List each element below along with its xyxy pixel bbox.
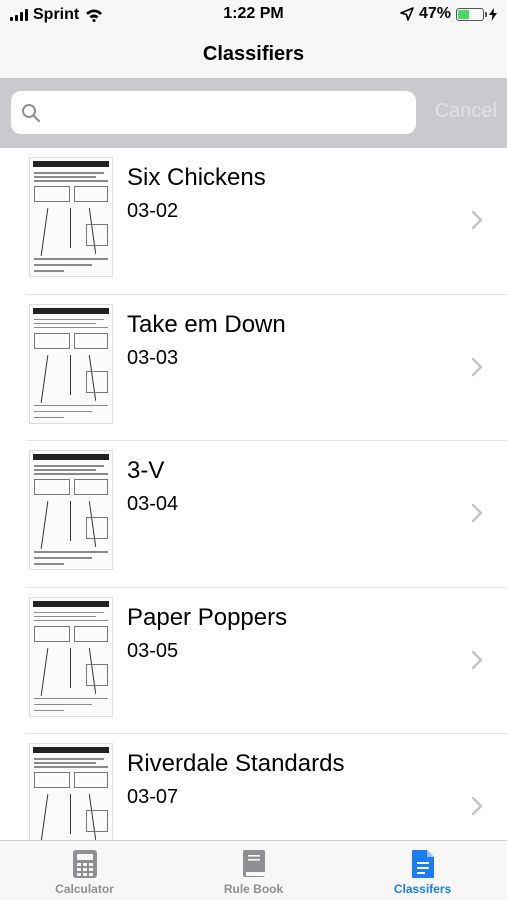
classifier-title: Take em Down xyxy=(127,310,286,338)
classifier-thumbnail xyxy=(29,303,113,424)
classifier-code: 03-05 xyxy=(127,639,179,662)
search-input[interactable] xyxy=(49,102,409,123)
classifier-row[interactable]: Six Chickens 03-02 xyxy=(26,148,507,295)
search-icon xyxy=(22,103,41,122)
classifier-row[interactable]: Riverdale Standards 03-07 xyxy=(26,734,507,840)
classifier-row[interactable]: 3-V 03-04 xyxy=(26,441,507,588)
tab-rule-book[interactable]: Rule Book xyxy=(169,841,338,900)
battery-icon xyxy=(456,7,487,21)
tab-classifiers-label: Classifers xyxy=(393,882,452,896)
classifier-title: 3-V xyxy=(127,457,165,484)
classifier-code: 03-03 xyxy=(127,346,179,369)
tab-calculator[interactable]: Calculator xyxy=(0,841,169,900)
classifier-code: 03-02 xyxy=(127,200,179,222)
classifier-title: Six Chickens xyxy=(127,164,266,191)
tab-calculator-label: Calculator xyxy=(55,882,114,896)
chevron-right-icon xyxy=(471,357,483,376)
chevron-right-icon xyxy=(471,796,483,816)
chevron-right-icon xyxy=(471,210,483,230)
classifier-code: 03-04 xyxy=(127,493,179,515)
charging-bolt-icon xyxy=(489,7,497,21)
classifier-list: Six Chickens 03-02 Take em Down 03-03 3-… xyxy=(0,148,507,840)
classifier-thumbnail xyxy=(29,596,113,717)
cancel-button[interactable]: Cancel xyxy=(435,100,497,123)
location-arrow-icon xyxy=(400,7,414,21)
chevron-right-icon xyxy=(471,650,483,669)
calculator-icon xyxy=(72,850,97,878)
classifier-title: Paper Poppers xyxy=(127,603,288,631)
tab-bar: Calculator Rule Book Classifers xyxy=(0,840,507,900)
classifier-thumbnail xyxy=(29,157,113,277)
search-field[interactable] xyxy=(11,91,416,134)
tab-rule-book-label: Rule Book xyxy=(223,882,284,896)
classifier-code: 03-07 xyxy=(127,786,179,808)
classifier-row[interactable]: Take em Down 03-03 xyxy=(26,295,507,441)
tab-classifiers[interactable]: Classifers xyxy=(338,841,507,900)
classifier-thumbnail xyxy=(29,450,113,570)
document-icon xyxy=(411,850,434,878)
status-bar: Sprint 1:22 PM 47% xyxy=(0,0,507,30)
navigation-bar: Classifiers xyxy=(0,30,507,78)
page-title: Classifiers xyxy=(202,42,305,65)
battery-percent: 47% xyxy=(418,5,451,22)
search-bar: Cancel xyxy=(0,78,507,148)
classifier-title: Riverdale Standards xyxy=(127,750,345,777)
classifier-thumbnail xyxy=(29,743,113,840)
chevron-right-icon xyxy=(471,503,483,523)
classifier-row[interactable]: Paper Poppers 03-05 xyxy=(26,588,507,734)
book-icon xyxy=(242,850,265,877)
battery-level xyxy=(458,9,470,19)
status-right: 47% xyxy=(400,5,497,23)
